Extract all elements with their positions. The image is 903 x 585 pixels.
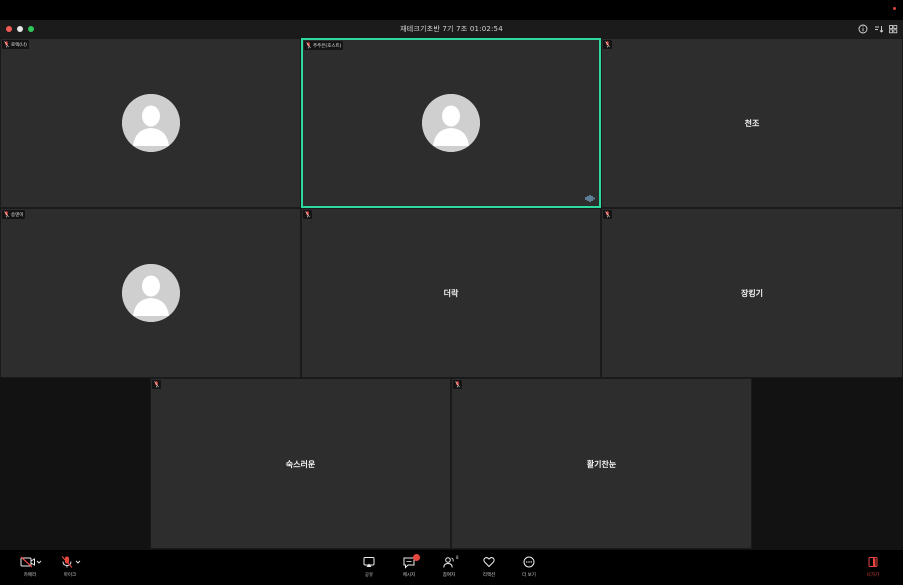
participant-display-name: 활기찬눈: [586, 459, 617, 469]
more-label: 더 보기: [522, 573, 536, 578]
share-screen-icon: [363, 557, 375, 567]
muted-mic-icon: [605, 41, 610, 48]
mic-button[interactable]: 마이크: [50, 555, 90, 583]
video-gallery: 로렉(나) 주주은(호스트) 천조승덴이더락 장킹기숙스러운 활기찬눈: [0, 38, 903, 550]
message-button[interactable]: 메시지: [389, 554, 429, 583]
participant-avatar: [422, 94, 480, 152]
muted-mic-icon: [154, 381, 159, 388]
participant-name: 승덴이: [11, 212, 24, 218]
more-icon: [523, 556, 535, 568]
participants-count: 8: [456, 555, 459, 560]
muted-mic-icon: [605, 211, 610, 218]
heart-icon: [483, 557, 495, 568]
participant-name-tag: [603, 40, 612, 49]
reaction-button[interactable]: 리액션: [469, 555, 509, 583]
leave-icon: [868, 557, 878, 567]
participant-tile[interactable]: 주주은(호스트): [301, 38, 601, 208]
muted-mic-icon: [455, 381, 460, 388]
participant-display-name: 숙스러운: [285, 459, 316, 469]
participant-name: 주주은(호스트): [313, 43, 342, 49]
participant-name-tag: [603, 210, 612, 219]
camera-off-icon: [20, 556, 42, 568]
participant-display-name: 장킹기: [740, 289, 764, 298]
participants-label: 참여자: [442, 573, 456, 578]
default-avatar-icon: [121, 94, 180, 152]
participant-display-name: 더락: [443, 289, 459, 298]
participant-tile[interactable]: 승덴이: [0, 208, 301, 378]
participant-tile[interactable]: 숙스러운: [150, 378, 451, 549]
participant-name-tag: [303, 210, 312, 219]
unread-badge: [413, 554, 420, 561]
default-avatar-icon: [121, 264, 180, 322]
sort-icon[interactable]: [873, 23, 885, 35]
participant-name-tag: 승덴이: [2, 210, 26, 219]
participant-name-tag: [152, 380, 161, 389]
muted-mic-icon: [305, 211, 310, 218]
camera-button[interactable]: 카메라: [10, 555, 50, 583]
participant-tile[interactable]: 로렉(나): [0, 38, 301, 208]
mic-label: 마이크: [63, 573, 77, 578]
participant-display-name: 천조: [744, 119, 760, 128]
participant-name-tag: [453, 380, 462, 389]
muted-mic-icon: [306, 42, 311, 49]
speaking-indicator-icon: [585, 195, 595, 202]
muted-mic-icon: [4, 211, 9, 218]
participant-avatar: [121, 94, 180, 152]
participant-tile[interactable]: 더락: [301, 208, 601, 378]
share-label: 공유: [364, 573, 374, 578]
menu-bar: [0, 0, 903, 20]
window-title: 재테크기초반 7기 7조 01:02:54: [400, 25, 503, 33]
share-button[interactable]: 공유: [349, 555, 389, 583]
meeting-toolbar: 카메라 마이크 공유 메시지 8 참여자 리액션 더 보기 나가기: [0, 550, 903, 585]
gallery-view-icon[interactable]: [887, 23, 899, 35]
camera-label: 카메라: [23, 573, 37, 578]
reaction-label: 리액션: [482, 573, 496, 578]
default-avatar-icon: [422, 94, 480, 152]
participant-name-tag: 주주은(호스트): [304, 41, 344, 50]
participants-icon: [443, 557, 454, 568]
muted-mic-icon: [4, 41, 9, 48]
participant-tile[interactable]: 활기찬눈: [451, 378, 752, 549]
participant-avatar: [121, 264, 180, 322]
participants-button[interactable]: 8 참여자: [429, 555, 469, 583]
mic-off-icon: [61, 556, 81, 568]
message-label: 메시지: [402, 573, 416, 578]
leave-button[interactable]: 나가기: [853, 555, 893, 583]
info-icon[interactable]: [857, 23, 869, 35]
participant-name: 로렉(나): [11, 42, 27, 48]
participant-tile[interactable]: 장킹기: [601, 208, 903, 378]
participant-name-tag: 로렉(나): [2, 40, 29, 49]
more-button[interactable]: 더 보기: [509, 555, 549, 583]
leave-label: 나가기: [866, 573, 880, 578]
title-bar: 재테크기초반 7기 7조 01:02:54: [0, 20, 903, 38]
participant-tile[interactable]: 천조: [601, 38, 903, 208]
recording-indicator: [893, 7, 896, 10]
